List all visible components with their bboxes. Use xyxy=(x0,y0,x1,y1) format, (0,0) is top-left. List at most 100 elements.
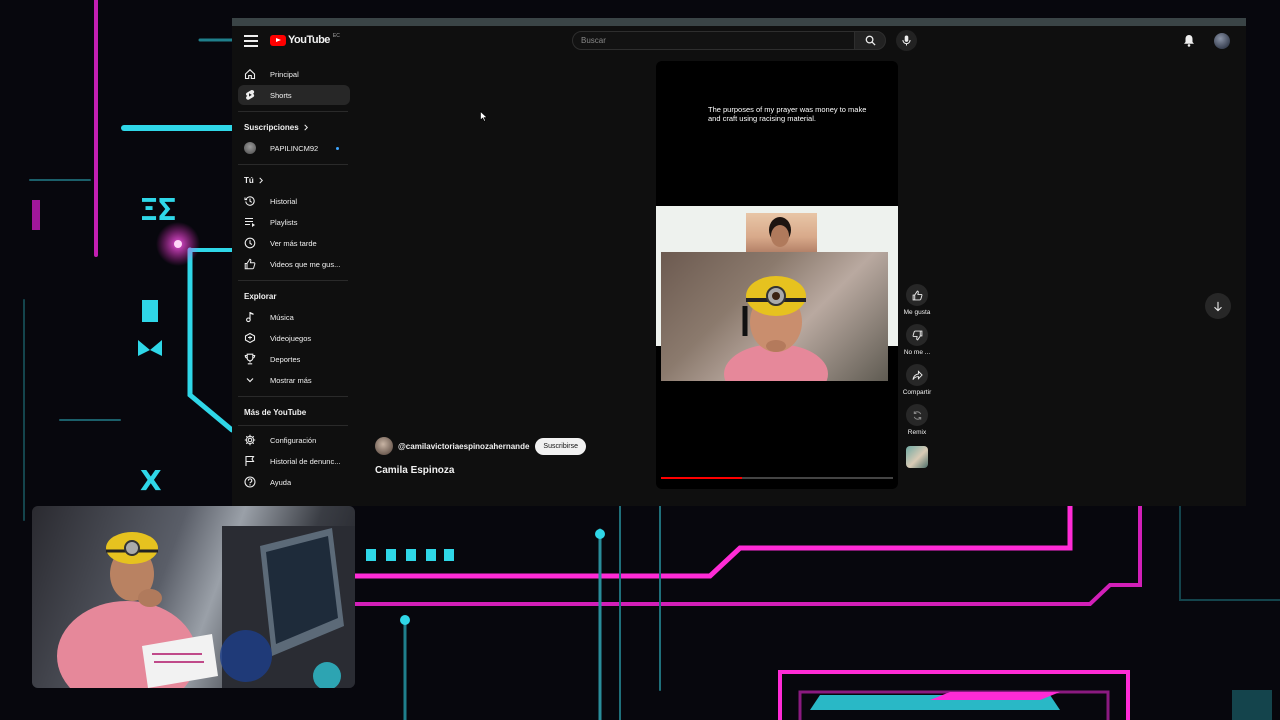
short-channel-row: @camilavictoriaespinozahernande Suscribi… xyxy=(375,437,587,455)
music-icon xyxy=(246,312,254,323)
mic-icon xyxy=(902,35,911,46)
shorts-icon xyxy=(246,90,255,100)
gaming-icon xyxy=(244,332,256,344)
sidebar-item-settings[interactable]: Configuración xyxy=(238,430,350,450)
sidebar-item-label: Playlists xyxy=(270,217,298,227)
webcam-scene xyxy=(57,526,355,688)
more-from-youtube-heading: Más de YouTube xyxy=(238,404,350,420)
channel-avatar xyxy=(244,142,256,154)
country-code: EC xyxy=(332,32,340,39)
sidebar: Principal Shorts Suscripciones PAPILINCM… xyxy=(238,64,350,493)
sidebar-item-label: Principal xyxy=(270,69,299,79)
menu-icon[interactable] xyxy=(244,35,258,47)
liked-videos-icon xyxy=(244,258,256,270)
sidebar-item-report-history[interactable]: Historial de denunc... xyxy=(238,451,350,471)
video-progress-fill xyxy=(661,477,743,479)
short-title: Camila Espinoza xyxy=(375,465,455,476)
subscribe-button[interactable]: Suscribirse xyxy=(535,437,587,455)
trophy-icon xyxy=(244,353,256,365)
you-heading[interactable]: Tú xyxy=(238,172,350,188)
remix-button[interactable]: Remix xyxy=(896,404,938,436)
chevron-right-icon xyxy=(304,124,308,130)
video-frame xyxy=(656,206,898,381)
sidebar-item-shorts[interactable]: Shorts xyxy=(238,85,350,105)
sidebar-item-label: Historial xyxy=(270,196,298,206)
sidebar-item-help[interactable]: Ayuda xyxy=(238,472,350,492)
sidebar-item-music[interactable]: Música xyxy=(238,307,350,327)
audio-source-button[interactable] xyxy=(896,444,938,468)
youtube-play-icon xyxy=(270,34,286,46)
video-progress-bar[interactable] xyxy=(661,477,893,479)
dislike-label: No me ... xyxy=(903,349,931,356)
sidebar-item-label: Videojuegos xyxy=(270,333,312,343)
home-icon xyxy=(244,69,256,80)
chevron-right-icon xyxy=(259,177,263,183)
subscription-item[interactable]: PAPILINCM92 xyxy=(238,138,350,158)
top-bar: YouTube EC xyxy=(232,26,1246,58)
voice-search-button[interactable] xyxy=(896,30,917,51)
search-button[interactable] xyxy=(854,31,886,50)
sidebar-item-label: Historial de denunc... xyxy=(270,456,341,466)
sidebar-item-sports[interactable]: Deportes xyxy=(238,349,350,369)
sidebar-item-label: Música xyxy=(270,312,294,322)
flag-icon xyxy=(245,455,255,466)
channel-handle[interactable]: @camilavictoriaespinozahernande xyxy=(398,442,529,451)
divider xyxy=(238,280,348,281)
audio-thumbnail xyxy=(906,446,928,468)
search-input[interactable] xyxy=(572,31,856,50)
sidebar-item-label: Ver más tarde xyxy=(270,238,317,248)
share-icon xyxy=(911,369,923,380)
share-label: Compartir xyxy=(902,389,932,396)
sidebar-item-playlists[interactable]: Playlists xyxy=(238,212,350,232)
remix-label: Remix xyxy=(907,429,927,436)
next-short-button[interactable] xyxy=(1205,293,1231,319)
sidebar-item-watch-later[interactable]: Ver más tarde xyxy=(238,233,350,253)
divider xyxy=(238,164,348,165)
person-with-minion-hat xyxy=(724,276,828,381)
like-label: Me gusta xyxy=(903,309,931,316)
gear-icon xyxy=(244,434,256,446)
sidebar-item-gaming[interactable]: Videojuegos xyxy=(238,328,350,348)
share-button[interactable]: Compartir xyxy=(896,364,938,396)
sidebar-item-history[interactable]: Historial xyxy=(238,191,350,211)
bell-icon xyxy=(1184,35,1194,47)
like-button[interactable]: Me gusta xyxy=(896,284,938,316)
help-icon xyxy=(244,476,256,488)
sidebar-item-label: Configuración xyxy=(270,435,317,445)
subscriptions-heading[interactable]: Suscripciones xyxy=(238,119,350,135)
window-titlebar xyxy=(232,18,1246,26)
svg-text:ΞΣ: ΞΣ xyxy=(140,193,176,228)
sidebar-item-label: Deportes xyxy=(270,354,301,364)
subscription-label: PAPILINCM92 xyxy=(270,143,319,153)
playlists-icon xyxy=(245,217,255,227)
divider xyxy=(238,111,348,112)
search-icon xyxy=(865,35,876,46)
logo-text: YouTube xyxy=(288,34,330,46)
channel-avatar[interactable] xyxy=(375,437,393,455)
sidebar-item-principal[interactable]: Principal xyxy=(238,64,350,84)
streamer-webcam xyxy=(32,506,355,688)
video-main-camera xyxy=(661,252,888,381)
account-avatar[interactable] xyxy=(1214,33,1230,49)
section-label: Más de YouTube xyxy=(244,407,307,417)
dislike-button[interactable]: No me ... xyxy=(896,324,938,356)
arrow-down-icon xyxy=(1214,301,1222,311)
sidebar-item-liked-videos[interactable]: Videos que me gus... xyxy=(238,254,350,274)
explore-heading: Explorar xyxy=(238,288,350,304)
sidebar-item-label: Videos que me gus... xyxy=(270,259,341,269)
youtube-window: YouTube EC Princ xyxy=(232,18,1246,506)
section-label: Explorar xyxy=(244,291,277,301)
thumbs-down-icon xyxy=(912,330,922,340)
video-inset-person xyxy=(746,213,817,253)
divider xyxy=(238,425,348,426)
section-label: Tú xyxy=(244,175,254,185)
sidebar-item-show-more[interactable]: Mostrar más xyxy=(238,370,350,390)
notifications-button[interactable] xyxy=(1183,34,1195,52)
youtube-logo[interactable]: YouTube EC xyxy=(270,32,340,46)
history-icon xyxy=(244,196,255,206)
short-video-player[interactable]: The purposes of my prayer was money to m… xyxy=(656,61,898,489)
mouse-cursor xyxy=(480,111,488,122)
sidebar-item-label: Mostrar más xyxy=(270,375,312,385)
section-label: Suscripciones xyxy=(244,122,299,132)
watch-later-icon xyxy=(244,237,256,249)
